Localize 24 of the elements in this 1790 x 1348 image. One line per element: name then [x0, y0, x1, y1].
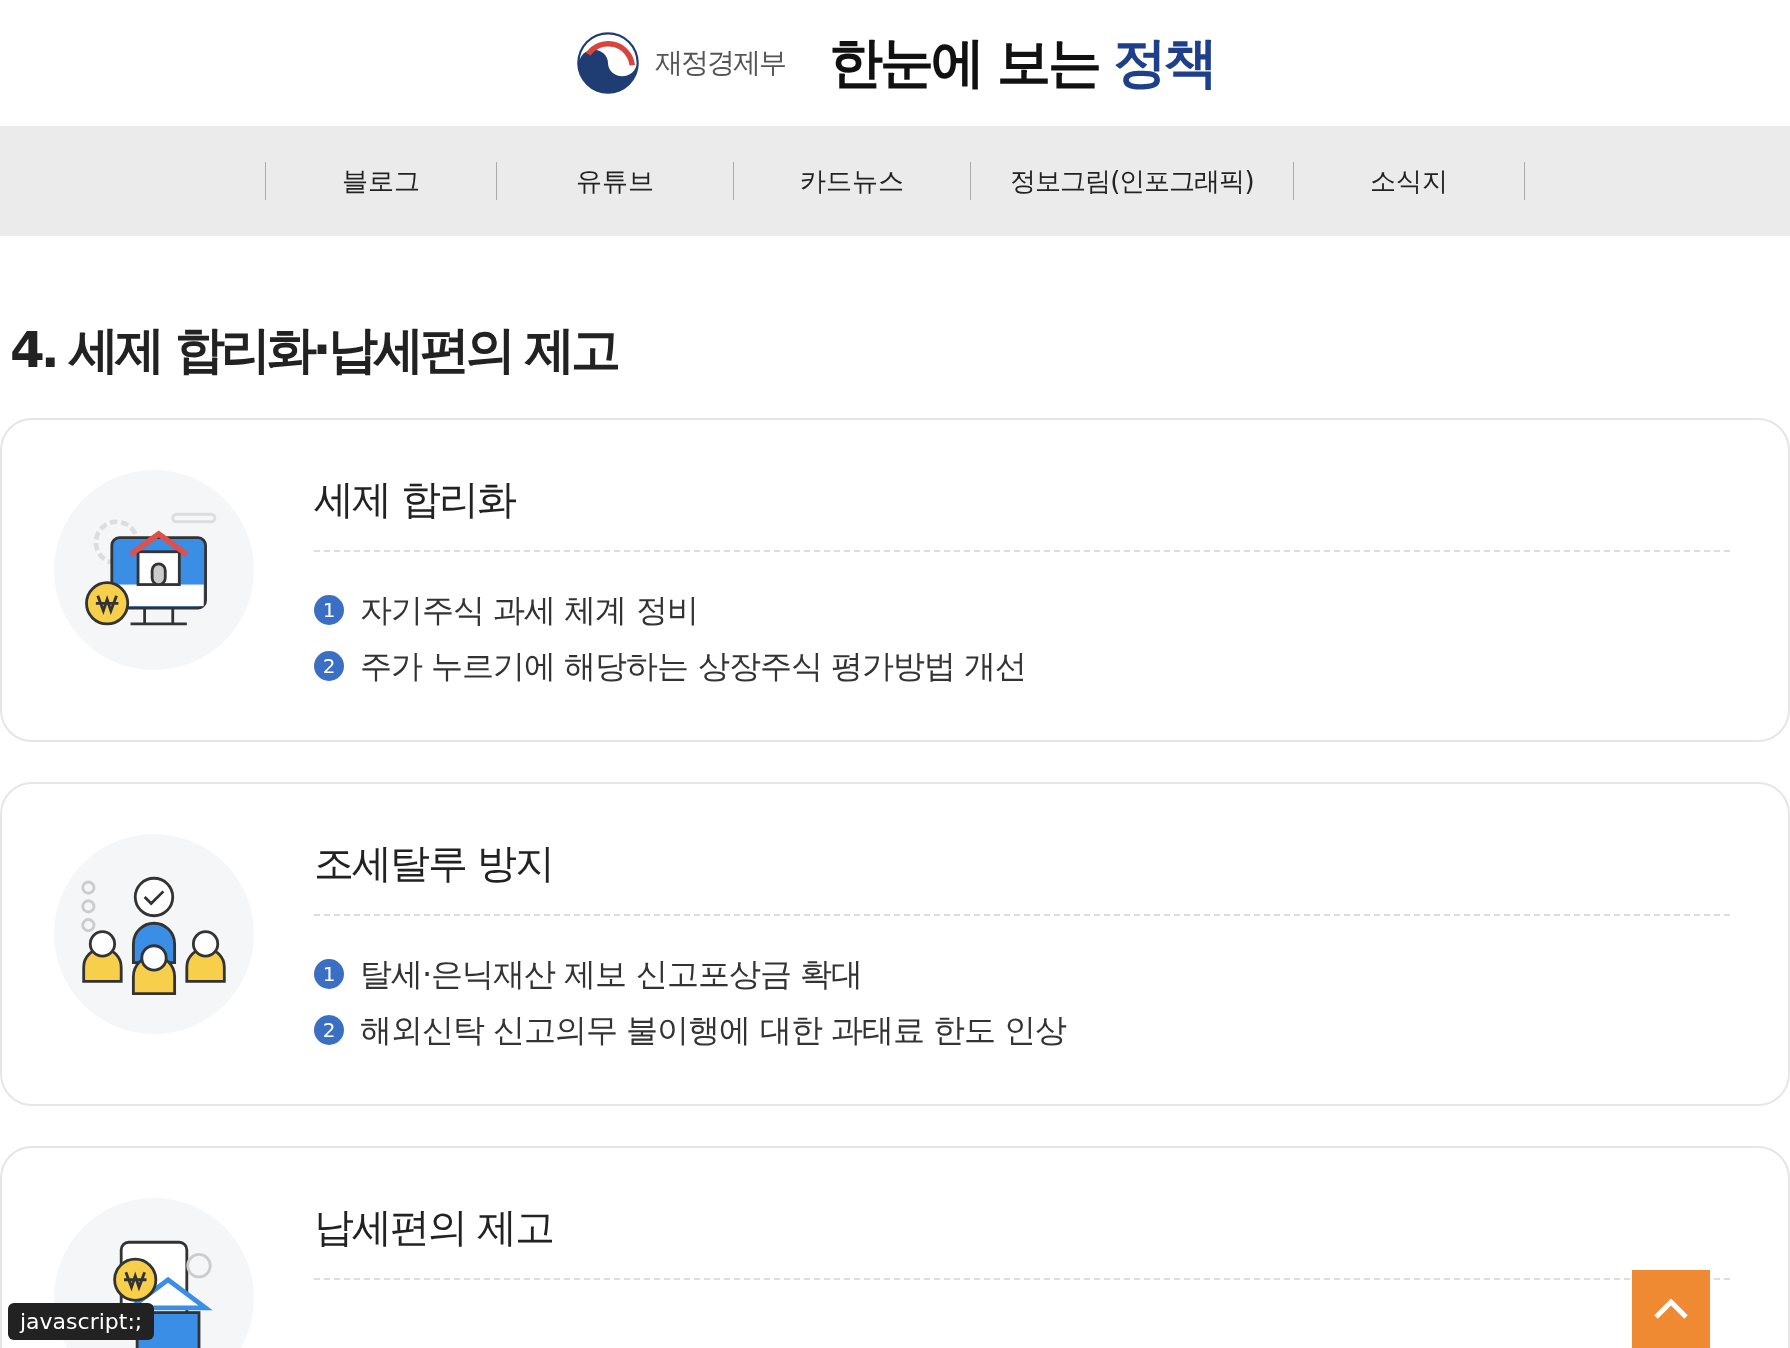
nav-link[interactable]: 유튜브 — [497, 162, 734, 200]
nav-link[interactable]: 블로그 — [266, 162, 497, 200]
card-title: 납세편의 제고 — [314, 1203, 554, 1252]
list-item-text: 해외신탁 신고의무 불이행에 대한 과태료 한도 인상 — [360, 1010, 1067, 1050]
number-badge: 1 — [314, 959, 344, 989]
scroll-top-button[interactable] — [1632, 1270, 1710, 1348]
nav-link[interactable]: 카드뉴스 — [734, 162, 971, 200]
list-item-text: 자기주식 과세 체계 정비 — [360, 590, 698, 630]
number-badge: 2 — [314, 651, 344, 681]
ministry-name: 재정경제부 — [654, 45, 785, 81]
card-title: 세제 합리화 — [314, 475, 517, 524]
nav-link[interactable]: 소식지 — [1294, 162, 1525, 200]
chevron-up-icon — [1653, 1298, 1689, 1320]
site-title: 한눈에 보는 — [828, 29, 1100, 96]
list-item-text: 주가 누르기에 해당하는 상장주식 평가방법 개선 — [360, 646, 1026, 686]
number-badge: 1 — [314, 595, 344, 625]
site-title-highlight: 정책 — [1113, 29, 1216, 96]
card-title: 조세탈루 방지 — [314, 839, 554, 888]
section-heading: 4. 세제 합리화·납세편의 제고 — [10, 320, 619, 380]
list-item-text: 탈세·은닉재산 제보 신고포상금 확대 — [360, 954, 862, 994]
status-link-tooltip: javascript:; — [8, 1303, 155, 1340]
emblem-icon — [574, 30, 641, 96]
number-badge: 2 — [314, 1015, 344, 1045]
nav-link[interactable]: 정보그림(인포그래픽) — [971, 162, 1294, 200]
